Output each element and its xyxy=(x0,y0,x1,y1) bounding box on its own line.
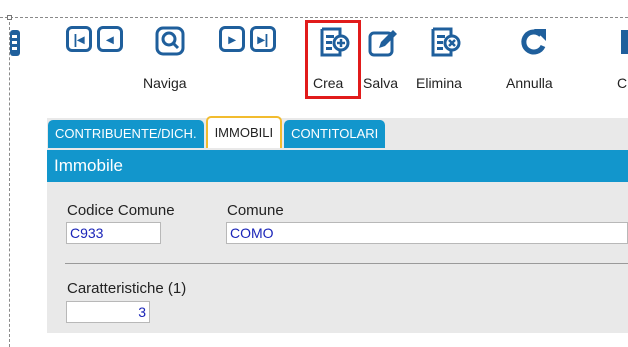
codice-comune-input[interactable]: C933 xyxy=(66,222,161,244)
naviga-label: Naviga xyxy=(143,75,187,91)
section-header: Immobile xyxy=(47,150,628,182)
partial-menu-icon xyxy=(10,30,20,56)
crea-highlight-box xyxy=(305,20,361,99)
undo-icon xyxy=(521,29,546,55)
tab-immobili[interactable]: IMMOBILI xyxy=(205,116,283,148)
first-icon: |◂ xyxy=(66,26,92,52)
partial-icon[interactable] xyxy=(10,26,22,60)
next-record-button[interactable]: ▸ xyxy=(219,26,245,52)
elimina-button[interactable] xyxy=(429,26,461,58)
previous-icon: ◂ xyxy=(97,26,123,52)
salva-button[interactable] xyxy=(368,26,400,58)
partial-right-icon xyxy=(621,30,628,54)
tab-contitolari[interactable]: CONTITOLARI xyxy=(284,120,386,148)
caratteristiche-label: Caratteristiche (1) xyxy=(67,280,187,297)
annulla-label: Annulla xyxy=(506,75,553,91)
field-separator xyxy=(65,263,628,264)
partial-right-label: C xyxy=(617,75,628,91)
codice-comune-label: Codice Comune xyxy=(67,202,175,219)
caratteristiche-input[interactable]: 3 xyxy=(66,301,150,323)
partial-button[interactable] xyxy=(620,26,628,58)
last-record-button[interactable]: ▸| xyxy=(250,26,276,52)
next-icon: ▸ xyxy=(219,26,245,52)
elimina-label: Elimina xyxy=(416,75,462,91)
tab-contribuente[interactable]: CONTRIBUENTE/DICH. xyxy=(48,120,204,148)
annulla-button[interactable] xyxy=(517,26,549,58)
search-button[interactable] xyxy=(155,26,185,56)
salva-label: Salva xyxy=(363,75,399,91)
tab-bar: CONTRIBUENTE/DICH. IMMOBILI CONTITOLARI xyxy=(48,116,387,148)
comune-input[interactable]: COMO xyxy=(226,222,628,244)
previous-record-button[interactable]: ◂ xyxy=(97,26,123,52)
first-record-button[interactable]: |◂ xyxy=(66,26,92,52)
edit-icon xyxy=(368,30,397,57)
search-icon xyxy=(155,26,185,56)
comune-label: Comune xyxy=(227,202,284,219)
delete-record-icon xyxy=(431,27,461,57)
last-icon: ▸| xyxy=(250,26,276,52)
